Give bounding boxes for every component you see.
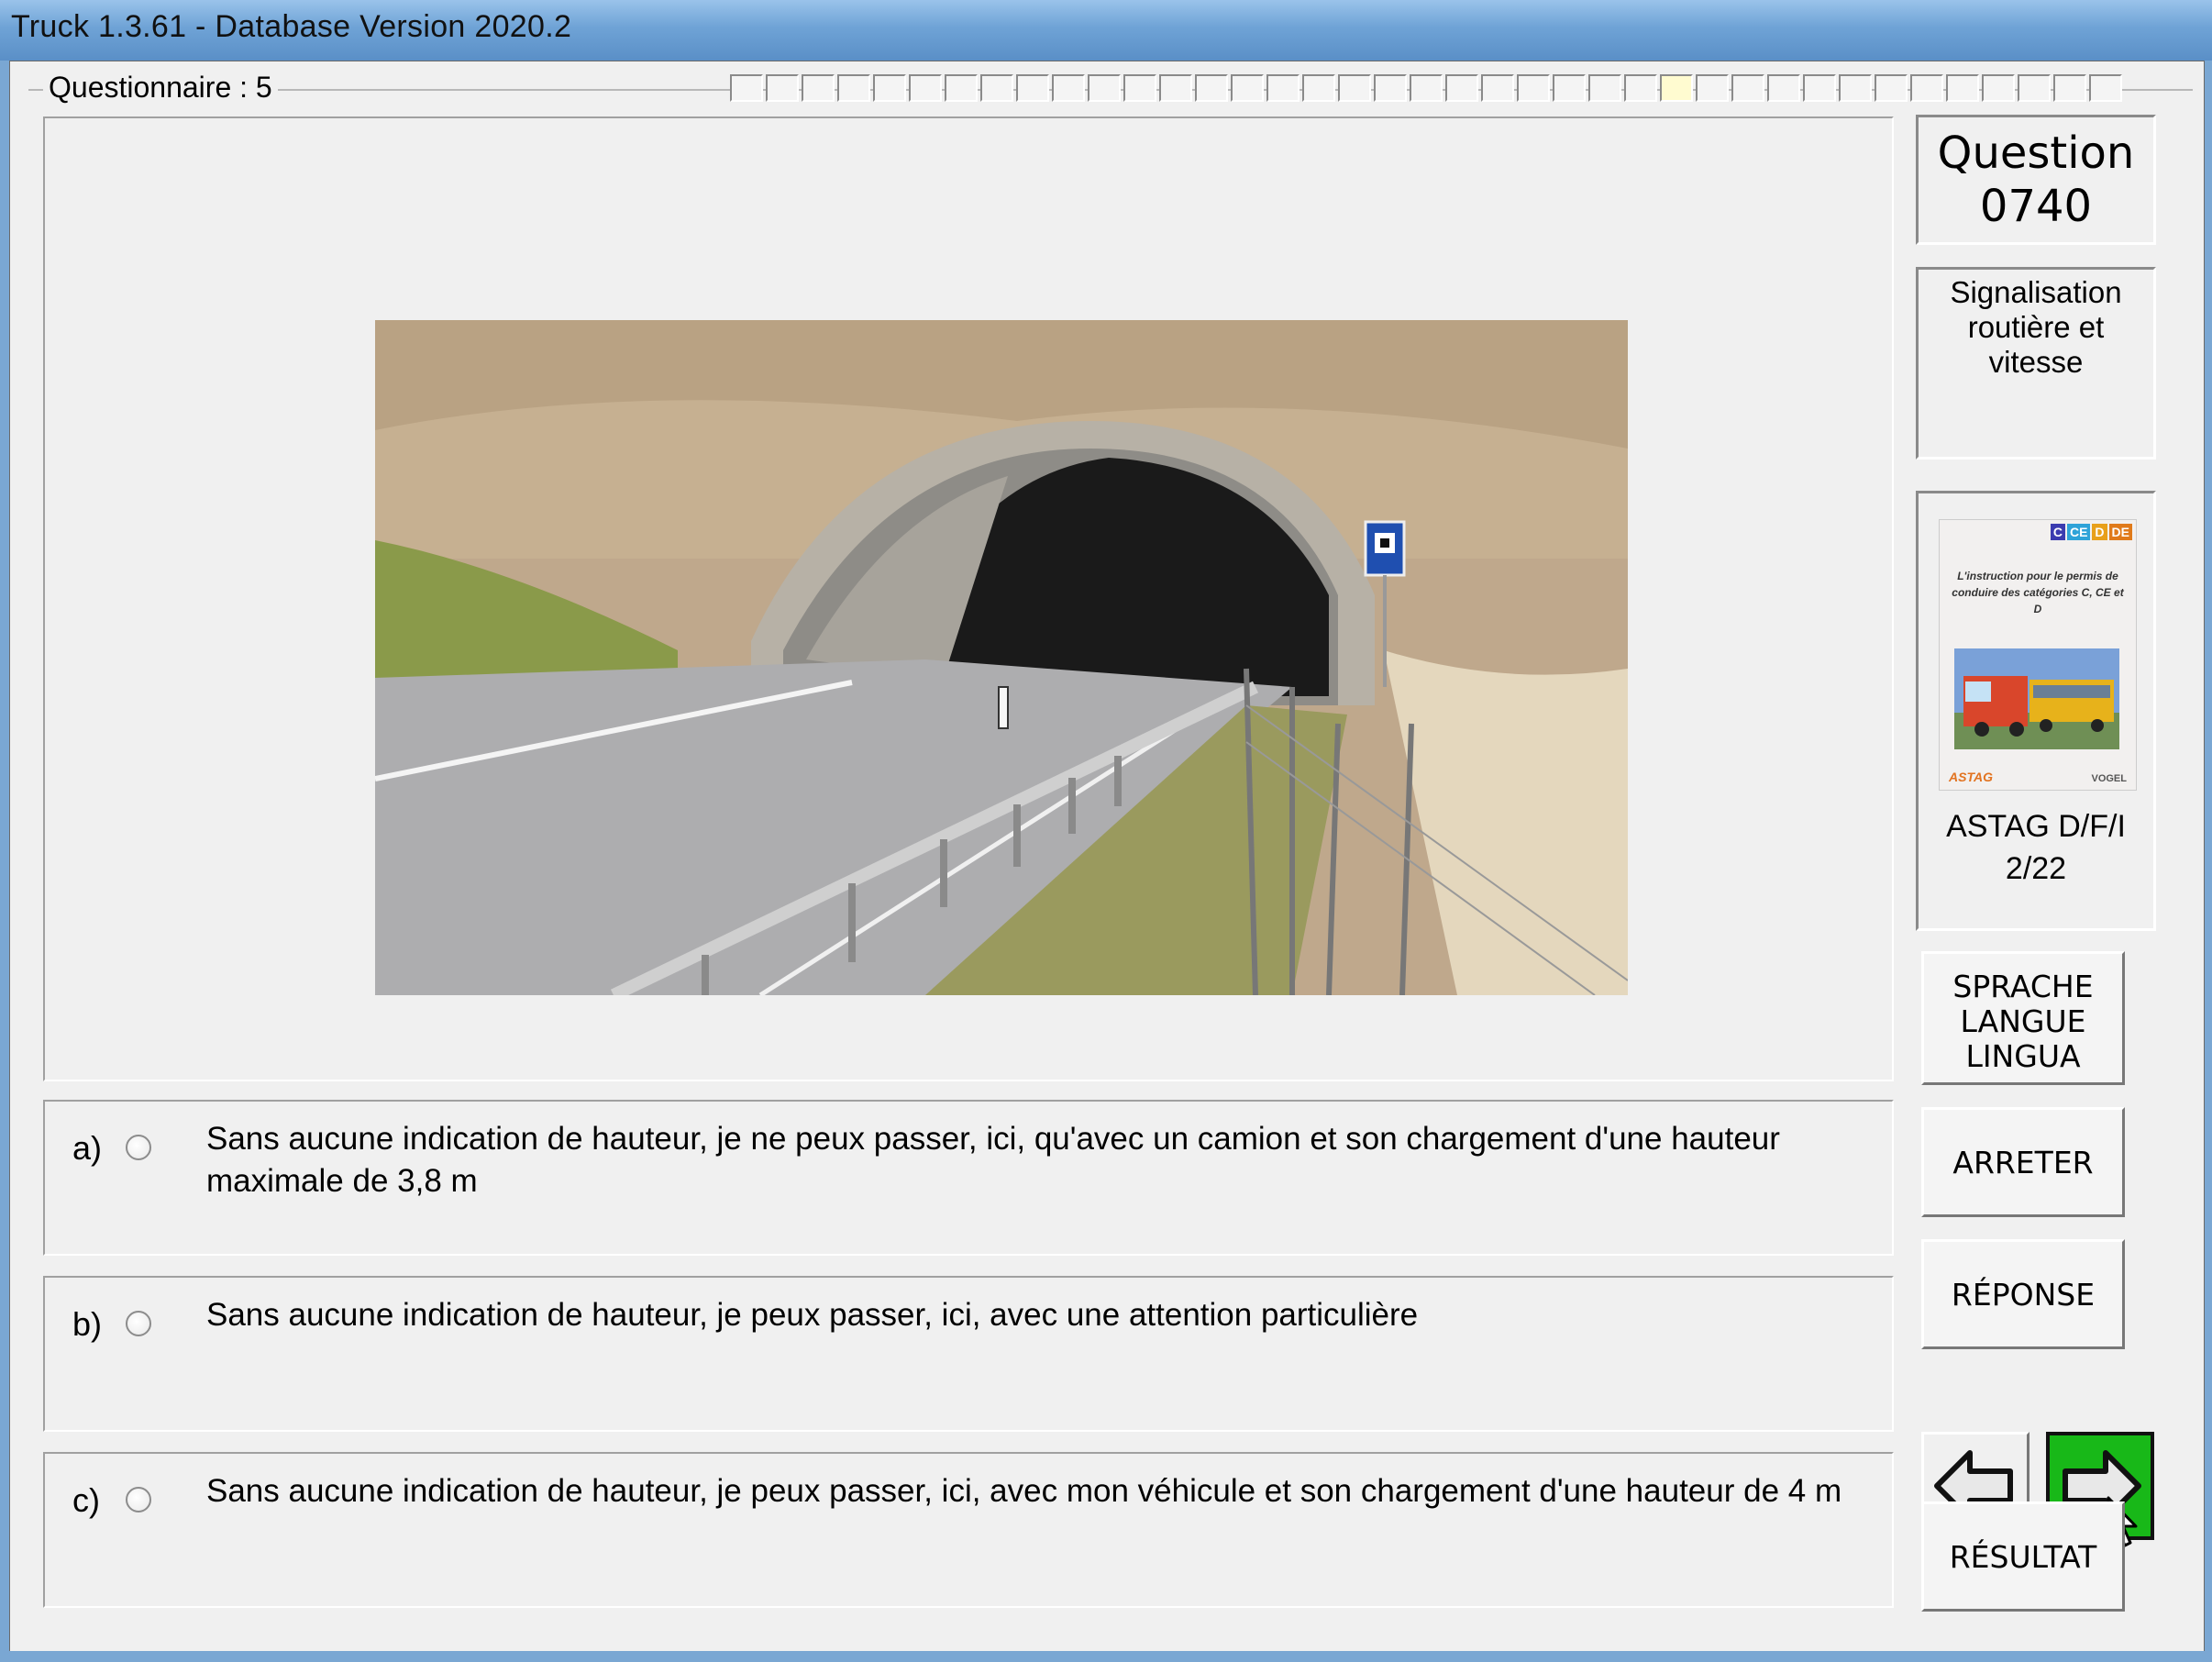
progress-cell — [980, 74, 1013, 102]
progress-cell — [766, 74, 799, 102]
progress-cell — [873, 74, 906, 102]
progress-cell — [1624, 74, 1657, 102]
questionnaire-label: Questionnaire : 5 — [43, 71, 278, 105]
progress-cell — [1875, 74, 1908, 102]
progress-cell — [1052, 74, 1085, 102]
progress-cell — [802, 74, 835, 102]
answer-text: Sans aucune indication de hauteur, je pe… — [206, 1473, 1842, 1509]
progress-cell — [1839, 74, 1872, 102]
answer-letter: c) — [72, 1481, 100, 1519]
answer-letter: a) — [72, 1129, 103, 1167]
bottom-border — [0, 1651, 2212, 1662]
category-line-1: Signalisation — [1950, 275, 2122, 309]
result-button[interactable]: RÉSULTAT — [1921, 1501, 2125, 1612]
question-image-panel — [43, 116, 1894, 1081]
question-progress-indicator — [730, 74, 2125, 102]
answer-a-radio[interactable] — [126, 1135, 151, 1160]
progress-cell — [1088, 74, 1121, 102]
progress-cell — [1016, 74, 1049, 102]
progress-cell — [1946, 74, 1979, 102]
progress-cell — [1588, 74, 1621, 102]
question-number-box: Question 0740 — [1916, 115, 2156, 245]
category-line-2: routière et vitesse — [1967, 310, 2105, 379]
book-label-line-1: ASTAG D/F/I — [1946, 809, 2126, 844]
answer-c-radio[interactable] — [126, 1487, 151, 1512]
progress-cell — [730, 74, 763, 102]
progress-cell — [1767, 74, 1800, 102]
progress-cell — [837, 74, 870, 102]
progress-cell — [1123, 74, 1156, 102]
progress-cell — [1231, 74, 1264, 102]
language-label-fr: LANGUE — [1960, 1003, 2086, 1039]
progress-cell — [2089, 74, 2122, 102]
progress-cell — [945, 74, 978, 102]
progress-cell — [1159, 74, 1192, 102]
publisher-logo-right: VOGEL — [2091, 773, 2127, 784]
progress-cell — [1195, 74, 1228, 102]
progress-cell — [1517, 74, 1550, 102]
answer-option-a[interactable]: a) Sans aucune indication de hauteur, je… — [43, 1100, 1894, 1256]
language-button[interactable]: SPRACHE LANGUE LINGUA — [1921, 951, 2125, 1085]
progress-cell — [1338, 74, 1371, 102]
answer-option-c[interactable]: c) Sans aucune indication de hauteur, je… — [43, 1452, 1894, 1608]
cover-title: L'instruction pour le permis de conduire… — [1952, 570, 2124, 615]
progress-cell — [2053, 74, 2086, 102]
question-heading: Question — [1937, 127, 2135, 179]
main-window: Questionnaire : 5 a) Sans aucune indicat… — [9, 61, 2205, 1653]
book-label-line-2: 2/22 — [2005, 851, 2067, 886]
progress-cell — [1266, 74, 1300, 102]
book-cover-image: C CE D DE L'instruction pour le permis d… — [1939, 519, 2137, 791]
question-number: 0740 — [1979, 181, 2093, 232]
answer-letter: b) — [72, 1305, 103, 1343]
progress-cell — [1410, 74, 1443, 102]
progress-cell — [1660, 74, 1693, 102]
progress-cell — [1481, 74, 1514, 102]
answer-text: Sans aucune indication de hauteur, je ne… — [206, 1121, 1780, 1199]
cover-tag-c: C — [2050, 524, 2065, 540]
language-label-de: SPRACHE — [1952, 968, 2094, 1004]
progress-cell — [1374, 74, 1407, 102]
progress-cell — [1445, 74, 1478, 102]
window-title: Truck 1.3.61 - Database Version 2020.2 — [11, 9, 572, 44]
truck-bus-illustration — [1954, 648, 2119, 749]
progress-cell — [1302, 74, 1335, 102]
answer-button[interactable]: RÉPONSE — [1921, 1239, 2125, 1349]
cover-tag-de: DE — [2108, 524, 2132, 540]
progress-cell — [2018, 74, 2051, 102]
progress-cell — [909, 74, 942, 102]
reference-book-box: C CE D DE L'instruction pour le permis d… — [1916, 491, 2156, 931]
answer-b-radio[interactable] — [126, 1311, 151, 1336]
answer-text: Sans aucune indication de hauteur, je pe… — [206, 1297, 1419, 1333]
cover-tag-ce: CE — [2066, 524, 2091, 540]
progress-cell — [1731, 74, 1764, 102]
progress-cell — [1982, 74, 2015, 102]
cover-tag-d: D — [2092, 524, 2107, 540]
answer-option-b[interactable]: b) Sans aucune indication de hauteur, je… — [43, 1276, 1894, 1432]
progress-cell — [1803, 74, 1836, 102]
progress-cell — [1910, 74, 1943, 102]
progress-cell — [1696, 74, 1729, 102]
publisher-logo-left: ASTAG — [1949, 770, 1993, 784]
title-bar: Truck 1.3.61 - Database Version 2020.2 — [0, 0, 2212, 61]
stop-button[interactable]: ARRETER — [1921, 1107, 2125, 1217]
progress-cell — [1553, 74, 1586, 102]
tunnel-photo — [375, 320, 1628, 995]
category-box: Signalisation routière et vitesse — [1916, 267, 2156, 460]
language-label-it: LINGUA — [1965, 1037, 2081, 1074]
